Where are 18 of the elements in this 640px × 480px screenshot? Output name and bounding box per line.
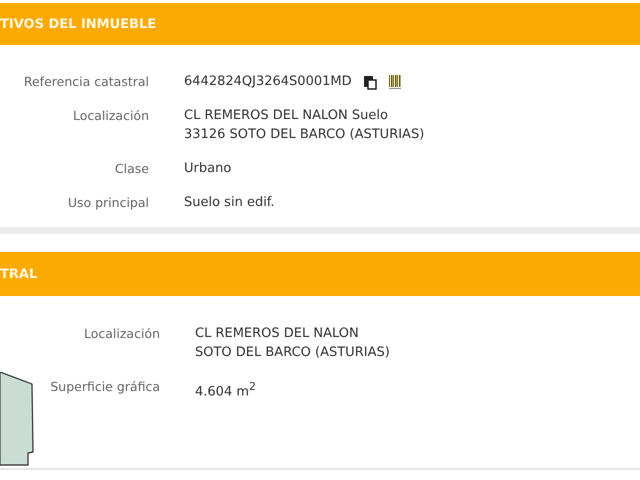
field-label: Referencia catastral: [22, 73, 149, 91]
barcode-icon[interactable]: [388, 74, 402, 90]
field-value: Suelo sin edif.: [184, 194, 276, 212]
field-label: Uso principal: [66, 194, 149, 212]
field-value: 6442824QJ3264S0001MD: [184, 73, 352, 91]
copy-icon[interactable]: [362, 74, 378, 90]
field-label: Clase: [114, 160, 149, 178]
field-value: 33126 SOTO DEL BARCO (ASTURIAS): [184, 126, 424, 144]
field-value: CL REMEROS DEL NALON Suelo: [184, 107, 389, 125]
field-label: Localización: [82, 325, 160, 343]
field-value: Urbano: [184, 160, 232, 178]
section-title: TRAL: [0, 266, 38, 282]
section-title: TIVOS DEL INMUEBLE: [0, 16, 156, 32]
field-value: CL REMEROS DEL NALON: [195, 325, 360, 343]
field-label: Superficie gráfica: [49, 378, 160, 396]
field-label: Localización: [72, 107, 149, 125]
field-value: 4.604 m$^{2}$: [195, 379, 257, 402]
field-value: SOTO DEL BARCO (ASTURIAS): [195, 344, 390, 362]
